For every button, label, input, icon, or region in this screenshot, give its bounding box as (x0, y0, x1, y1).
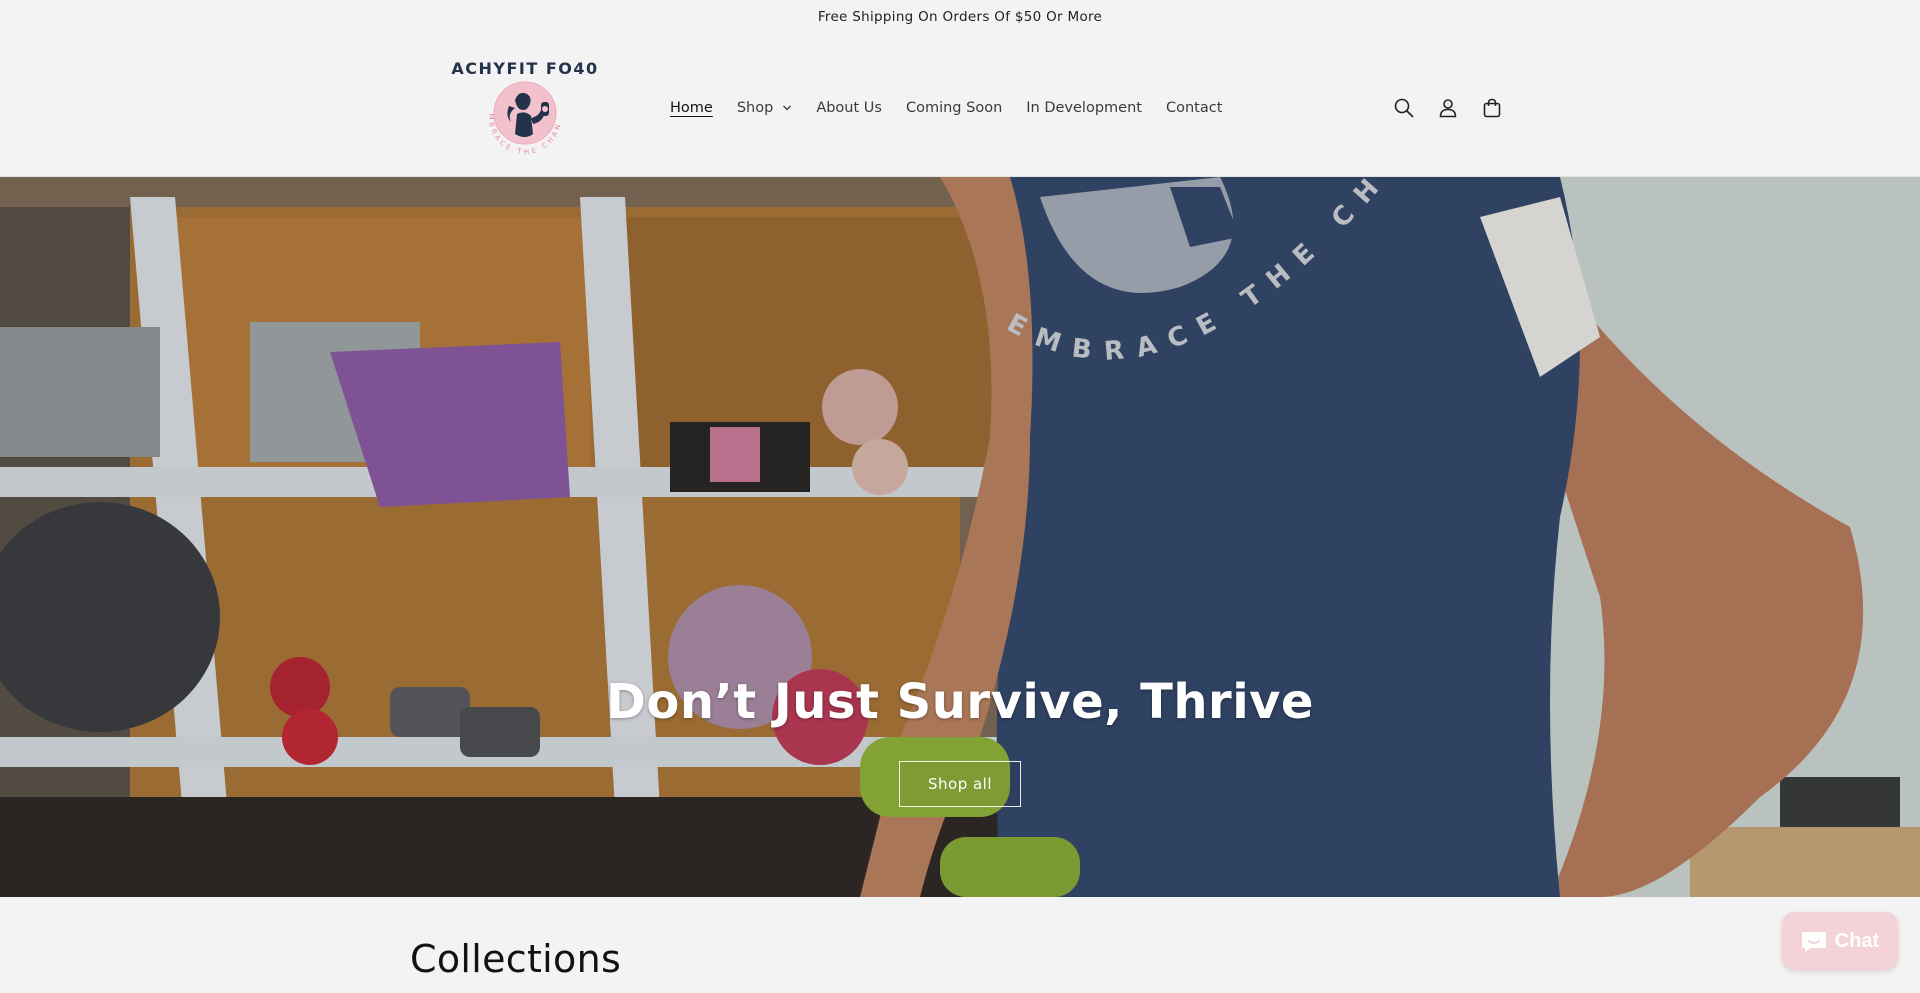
chevron-down-icon (783, 105, 792, 111)
cart-button[interactable] (1477, 93, 1507, 123)
site-logo[interactable]: ACHYFIT FO40 EMBRACE THE CHANGE (445, 56, 605, 156)
nav-item-in-development[interactable]: In Development (1026, 100, 1142, 116)
announcement-bar: Free Shipping On Orders Of $50 Or More (0, 0, 1920, 34)
collections-heading: Collections (410, 937, 622, 981)
chat-bubble-icon (1801, 932, 1826, 952)
site-header: ACHYFIT FO40 EMBRACE THE CHANGE Home Sho… (0, 34, 1920, 177)
logo-brand-text: ACHYFIT FO40 (451, 59, 598, 78)
nav-item-label: Coming Soon (905, 100, 1003, 116)
chat-button[interactable]: Chat (1782, 912, 1898, 970)
hero-heading: Don’t Just Survive, Thrive (606, 674, 1314, 730)
nav-item-label: Home (670, 100, 713, 116)
hero-banner: EMBRACE THE CHANGE Don’t Just Survive, T… (0, 177, 1920, 897)
shop-all-button[interactable]: Shop all (899, 761, 1021, 807)
search-icon (1394, 98, 1414, 118)
nav-item-home[interactable]: Home (670, 100, 713, 116)
main-navigation: Home Shop About Us Coming Soon In Develo… (670, 96, 1246, 120)
search-button[interactable] (1389, 93, 1419, 123)
cart-icon (1483, 98, 1501, 118)
nav-item-about-us[interactable]: About Us (816, 100, 882, 116)
announcement-text: Free Shipping On Orders Of $50 Or More (817, 9, 1103, 25)
header-icons (1389, 93, 1521, 123)
nav-item-label: About Us (816, 100, 882, 116)
nav-item-label: In Development (1026, 100, 1142, 116)
nav-item-contact[interactable]: Contact (1166, 100, 1222, 116)
nav-item-label: Contact (1165, 100, 1223, 116)
account-icon (1439, 99, 1457, 118)
nav-item-coming-soon[interactable]: Coming Soon (906, 100, 1002, 116)
nav-item-label: Shop (736, 100, 774, 116)
account-button[interactable] (1433, 93, 1463, 123)
chat-button-label: Chat (1834, 929, 1880, 952)
logo-graphic: ACHYFIT FO40 EMBRACE THE CHANGE (445, 56, 598, 156)
nav-item-shop[interactable]: Shop (737, 100, 792, 116)
